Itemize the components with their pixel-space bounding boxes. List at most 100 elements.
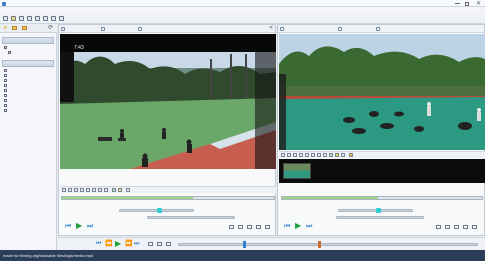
close-icon[interactable]: ✕ (269, 26, 273, 31)
arrow-icon[interactable] (293, 153, 297, 157)
status-bar: made for filming.org/trackable files/log… (0, 250, 485, 261)
right-speed-thumb[interactable] (376, 208, 381, 213)
refresh-icon[interactable]: ⟳ (48, 25, 53, 31)
settings-icon[interactable] (101, 27, 105, 31)
right-video-frame[interactable] (279, 34, 485, 150)
play-button[interactable]: ▶ (76, 222, 82, 230)
play-button[interactable]: ▶ (295, 222, 301, 230)
chrono-icon[interactable] (317, 153, 321, 157)
minimize-button[interactable] (455, 3, 460, 4)
settings-icon[interactable] (338, 27, 342, 31)
sync-timeline[interactable] (178, 243, 478, 246)
star-icon[interactable]: ★ (3, 26, 7, 31)
keyframe-thumbnail[interactable] (283, 163, 311, 179)
left-speed-thumb[interactable] (157, 208, 162, 213)
video-file-icon (4, 68, 7, 72)
camera-icon[interactable] (59, 16, 64, 21)
video-file-icon (4, 83, 7, 87)
right-video-header (278, 25, 484, 33)
video-time-overlay: 7:43 (73, 45, 85, 52)
export-icon[interactable] (247, 225, 252, 229)
left-drawing-toolbar (60, 186, 276, 193)
save-icon[interactable] (19, 16, 24, 21)
chrono-icon[interactable] (98, 188, 102, 192)
left-range-slider[interactable] (147, 216, 235, 219)
sync-last-button[interactable]: ⏭ (134, 241, 139, 247)
sync-play-button[interactable]: ▶ (115, 240, 121, 248)
grid-icon[interactable] (35, 16, 40, 21)
arrow-icon[interactable] (74, 188, 78, 192)
detach-icon[interactable] (472, 225, 477, 229)
file-icon (280, 27, 284, 31)
folder-icon[interactable] (12, 26, 17, 30)
capture-icon[interactable] (51, 16, 56, 21)
video-file-icon (4, 98, 7, 102)
split-icon[interactable] (43, 16, 48, 21)
pointer-icon[interactable] (281, 153, 285, 157)
video-file-icon (4, 73, 7, 77)
line-icon[interactable] (80, 188, 84, 192)
first-frame-button[interactable]: ⏮ (65, 223, 71, 230)
sync-marker-icon[interactable] (157, 242, 162, 246)
circle-icon[interactable] (86, 188, 90, 192)
export-icon[interactable] (454, 225, 459, 229)
speed-icon[interactable] (138, 27, 142, 31)
speed-icon[interactable] (376, 27, 380, 31)
section-header[interactable] (2, 37, 54, 44)
magnifier-icon[interactable] (323, 153, 327, 157)
text-icon[interactable] (92, 188, 96, 192)
tree-item[interactable] (8, 50, 58, 55)
file-item[interactable] (4, 108, 54, 113)
open-icon[interactable] (11, 16, 16, 21)
shortcut-icon[interactable] (22, 26, 27, 30)
snapshot-icon[interactable] (436, 225, 441, 229)
fullscreen-icon[interactable] (256, 225, 261, 229)
sync-link-icon[interactable] (148, 242, 153, 246)
last-frame-button[interactable]: ⏭ (306, 223, 312, 230)
pencil-icon[interactable] (68, 188, 72, 192)
record-icon[interactable] (238, 225, 243, 229)
line-icon[interactable] (299, 153, 303, 157)
magnifier-icon[interactable] (104, 188, 108, 192)
snapshot-icon[interactable] (229, 225, 234, 229)
detach-icon[interactable] (265, 225, 270, 229)
sync-marker[interactable] (243, 241, 246, 248)
pencil-icon[interactable] (287, 153, 291, 157)
section-header[interactable] (2, 60, 54, 67)
left-timeline[interactable] (61, 196, 275, 200)
close-button[interactable]: ✕ (476, 1, 481, 7)
eraser-icon[interactable] (126, 188, 130, 192)
video-file-icon (4, 103, 7, 107)
main-toolbar (0, 14, 485, 24)
first-frame-button[interactable]: ⏮ (284, 223, 290, 230)
sync-first-button[interactable]: ⏮ (96, 241, 101, 247)
right-timeline[interactable] (281, 196, 483, 200)
check-icon[interactable] (329, 153, 333, 157)
file-icon (61, 27, 65, 31)
video-file-icon (4, 108, 7, 112)
eraser-icon[interactable] (341, 153, 345, 157)
record-icon[interactable] (445, 225, 450, 229)
new-icon[interactable] (3, 16, 8, 21)
last-frame-button[interactable]: ⏭ (87, 223, 93, 230)
fullscreen-icon[interactable] (463, 225, 468, 229)
circle-icon[interactable] (305, 153, 309, 157)
color-icon[interactable] (335, 153, 339, 157)
sync-back-button[interactable]: ⏪ (105, 241, 112, 247)
left-video-panel: ✕ 7:43 ⏮ ▶ ⏭ (58, 24, 276, 236)
layout-icon[interactable] (27, 16, 32, 21)
right-timeline-fill (282, 197, 378, 199)
check-icon[interactable] (112, 188, 116, 192)
video-file-icon (4, 93, 7, 97)
maximize-button[interactable] (465, 1, 469, 6)
color-icon[interactable] (118, 188, 122, 192)
stopwatch-icon[interactable] (349, 153, 353, 157)
sync-marker[interactable] (318, 241, 321, 248)
pointer-icon[interactable] (62, 188, 66, 192)
right-range-slider[interactable] (336, 216, 424, 219)
right-video-panel: ⏮ ▶ ⏭ (277, 24, 485, 236)
text-icon[interactable] (311, 153, 315, 157)
left-video-frame[interactable]: 7:43 (60, 34, 276, 169)
sync-forward-button[interactable]: ⏩ (125, 241, 132, 247)
sync-merge-icon[interactable] (166, 242, 171, 246)
